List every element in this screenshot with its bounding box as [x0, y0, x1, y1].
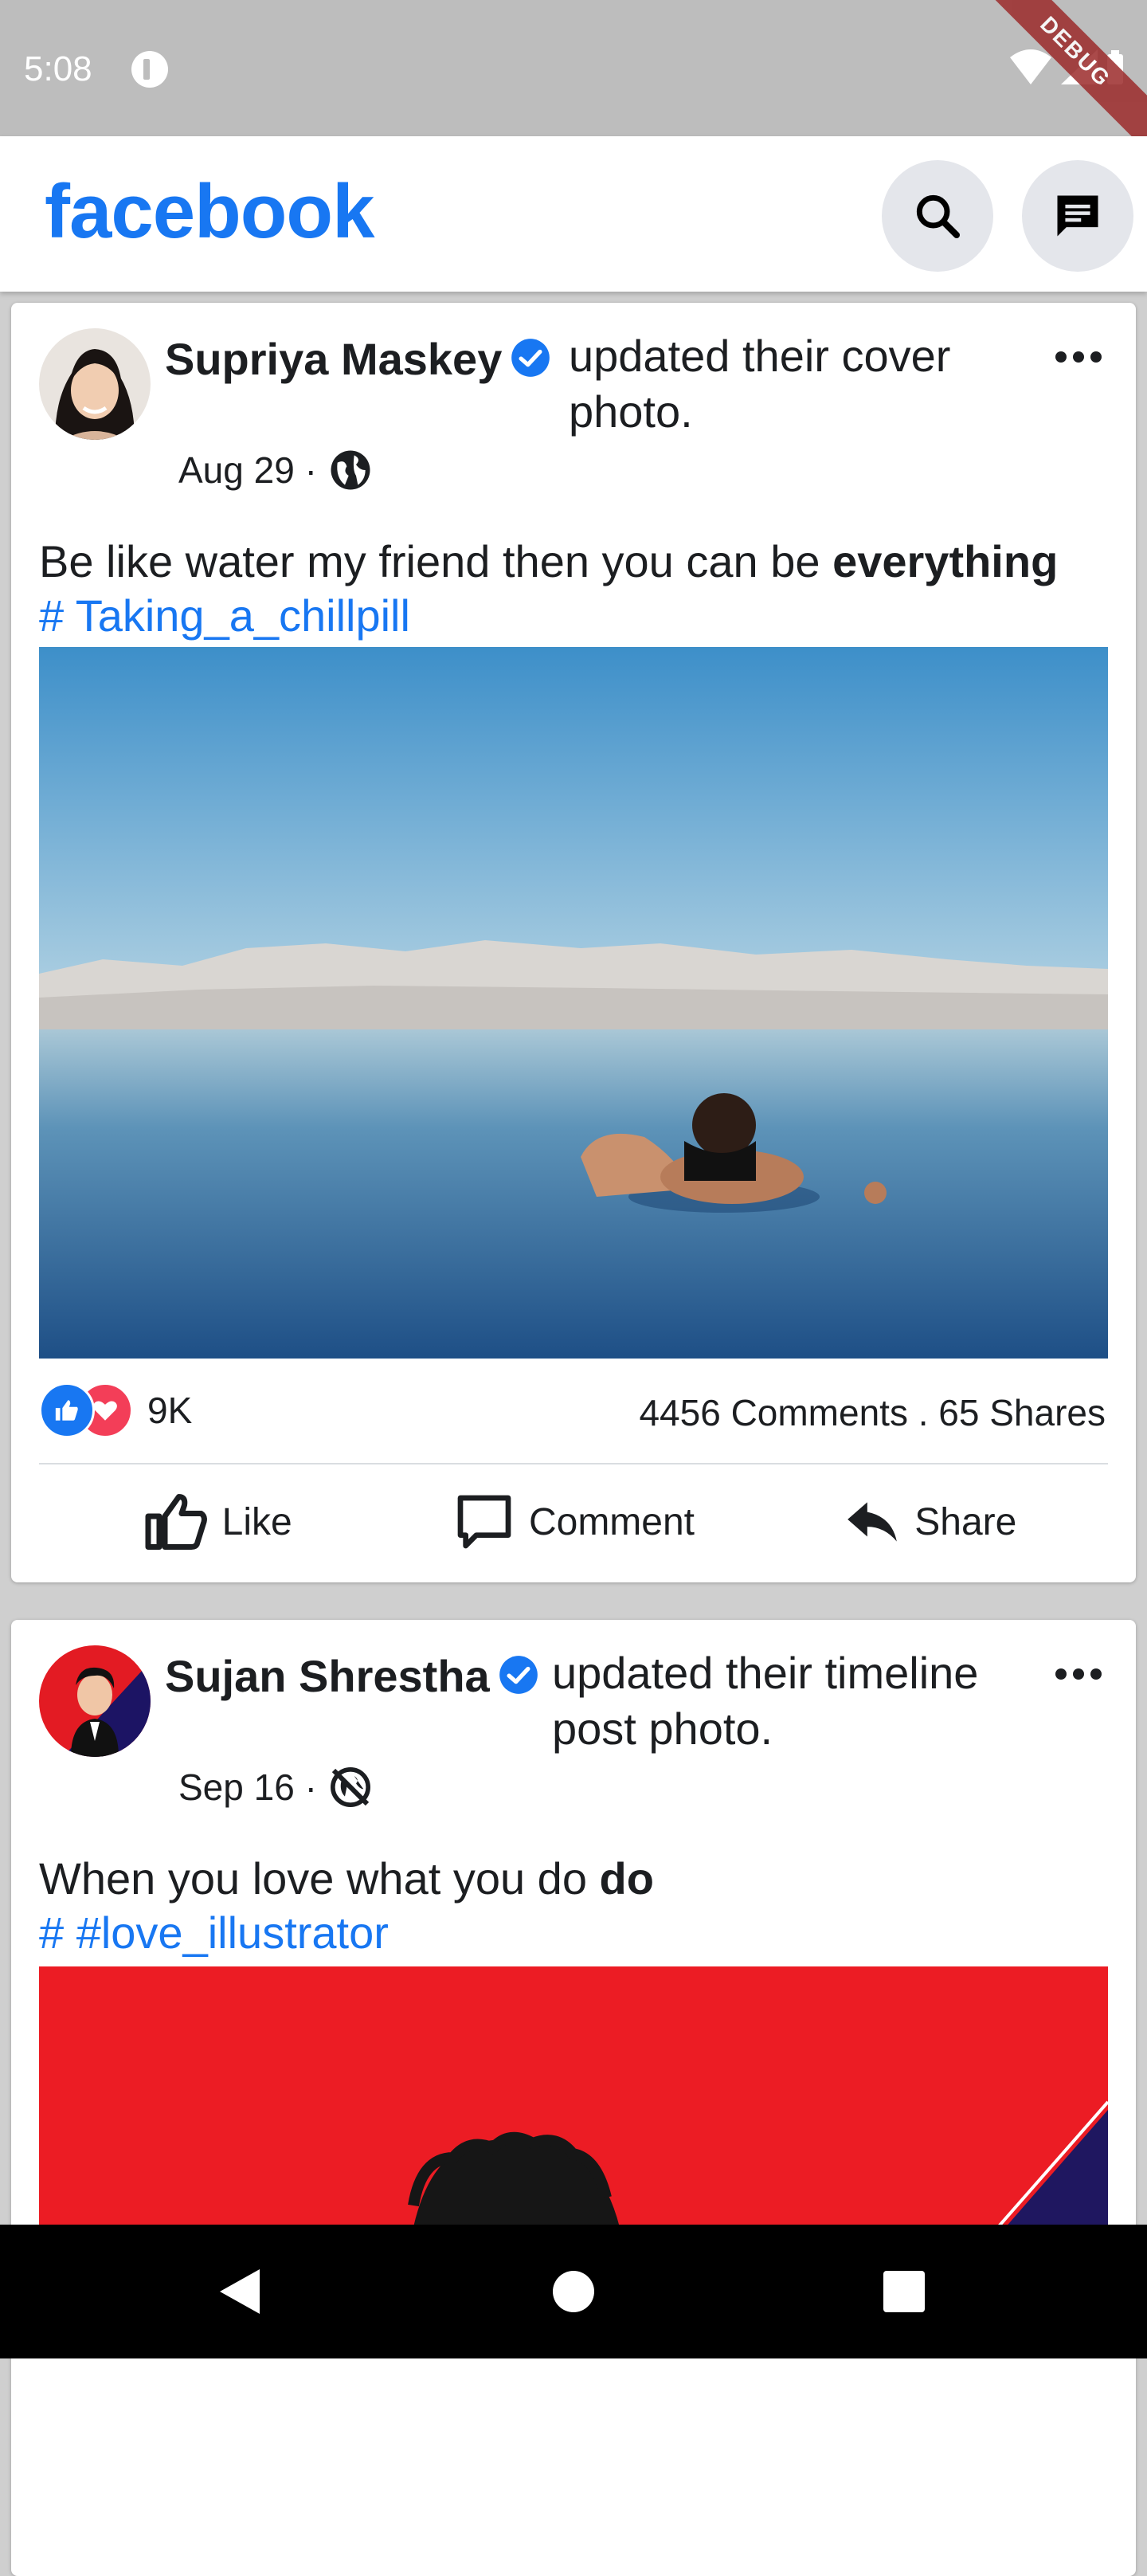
post-meta: Aug 29 · — [178, 448, 373, 492]
hashtag-link[interactable]: # #love_illustrator — [39, 1907, 389, 1958]
search-icon — [916, 194, 960, 238]
globe-icon — [331, 450, 370, 490]
reactions-count: 9K — [147, 1390, 193, 1431]
like-button[interactable]: Like — [39, 1474, 395, 1570]
post-text: When you love what you do do — [39, 1853, 654, 1904]
author-name[interactable]: Supriya Maskey — [165, 333, 551, 389]
post-photo[interactable] — [39, 647, 1108, 1359]
share-button[interactable]: Share — [752, 1474, 1108, 1570]
post-meta: Sep 16 · — [178, 1765, 373, 1809]
recents-icon[interactable] — [883, 2271, 925, 2312]
home-icon[interactable] — [553, 2271, 594, 2312]
avatar[interactable] — [39, 1645, 151, 1757]
post-action: updated their timeline post photo. — [552, 1648, 979, 1754]
search-button[interactable] — [882, 160, 993, 272]
system-nav-bar — [0, 2225, 1147, 2358]
comments-shares-count[interactable]: 4456 Comments . 65 Shares — [639, 1391, 1106, 1434]
verified-icon — [510, 337, 551, 389]
post-date: Aug 29 · — [178, 449, 317, 491]
notification-icon — [131, 51, 168, 88]
messenger-button[interactable] — [1022, 160, 1133, 272]
comment-icon — [457, 1495, 511, 1549]
comment-label: Comment — [528, 1500, 695, 1543]
like-reaction-icon — [39, 1382, 95, 1438]
private-globe-icon — [330, 1767, 370, 1807]
divider — [39, 1463, 1108, 1464]
post-action: updated their cover photo. — [569, 331, 951, 437]
post-actions: Like Comment Share — [39, 1474, 1108, 1570]
like-label: Like — [221, 1500, 292, 1543]
post-text: Be like water my friend then you can be … — [39, 536, 1059, 586]
thumbs-up-icon — [145, 1494, 207, 1550]
brand-logo[interactable]: facebook — [45, 168, 374, 256]
hashtag-link[interactable]: # Taking_a_chillpill — [39, 590, 410, 641]
chat-icon — [1057, 195, 1098, 237]
post-card: Supriya Maskey updated their cover photo… — [11, 303, 1136, 1582]
wifi-icon — [1010, 49, 1051, 84]
status-bar: 5:08 DEBUG — [0, 0, 1147, 156]
author-name[interactable]: Sujan Shrestha — [165, 1650, 539, 1706]
share-icon — [848, 1502, 898, 1542]
more-icon — [1055, 351, 1102, 363]
post-card: Sujan Shrestha updated their timeline po… — [11, 1620, 1136, 2576]
reactions-summary[interactable]: 9K — [39, 1382, 192, 1438]
share-label: Share — [914, 1500, 1017, 1543]
avatar[interactable] — [39, 328, 151, 440]
post-date: Sep 16 · — [178, 1766, 317, 1808]
back-icon[interactable] — [215, 2266, 263, 2317]
app-bar: facebook — [0, 136, 1147, 292]
comment-button[interactable]: Comment — [395, 1474, 751, 1570]
more-options-button[interactable] — [1055, 349, 1102, 369]
status-time: 5:08 — [24, 49, 92, 88]
more-icon — [1055, 1668, 1102, 1680]
verified-icon — [498, 1654, 539, 1706]
more-options-button[interactable] — [1055, 1666, 1102, 1686]
